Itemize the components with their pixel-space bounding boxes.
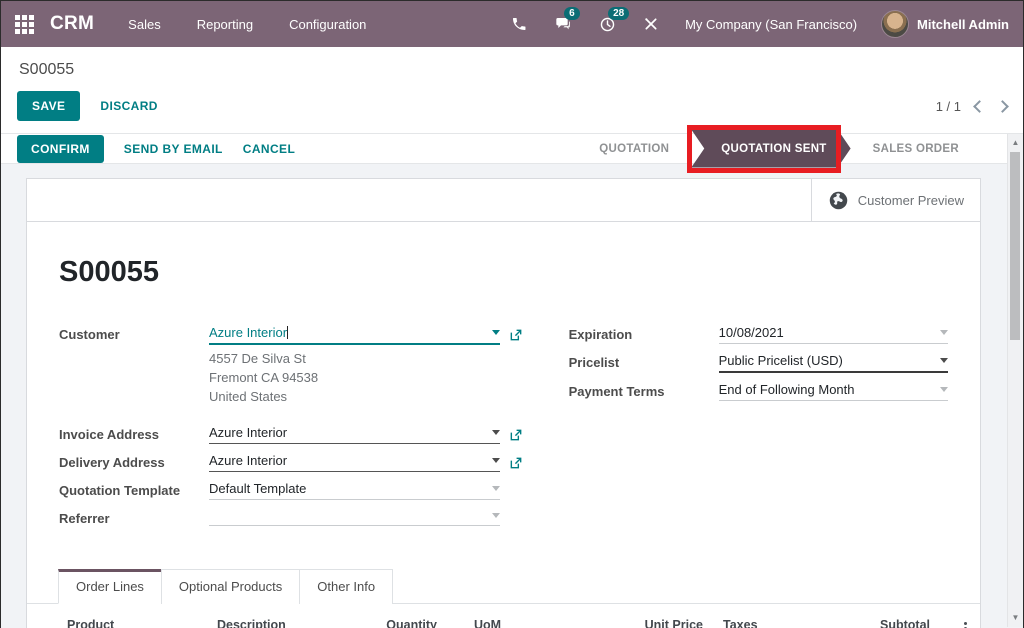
pricelist-input[interactable]: Public Pricelist (USD) — [719, 353, 948, 373]
form-view-content: Customer Preview S00055 Customer Azure I… — [1, 164, 1023, 628]
menu-sales[interactable]: Sales — [128, 17, 161, 32]
tab-order-lines[interactable]: Order Lines — [58, 569, 162, 604]
debug-tools-icon[interactable] — [641, 14, 661, 34]
order-lines-header-row: Product Description Quantity UoM Unit Pr… — [27, 604, 980, 628]
payment-terms-input[interactable]: End of Following Month — [719, 382, 948, 401]
messages-icon[interactable]: 6 — [553, 14, 573, 34]
col-quantity: Quantity — [367, 618, 437, 628]
breadcrumb[interactable]: S00055 — [17, 55, 1007, 91]
control-panel: S00055 SAVE DISCARD 1 / 1 — [1, 47, 1023, 133]
col-uom: UoM — [437, 618, 627, 628]
invoice-address-external-link-icon[interactable] — [509, 428, 523, 442]
delivery-address-dropdown-icon[interactable] — [492, 458, 500, 463]
quotation-template-label: Quotation Template — [59, 481, 209, 498]
delivery-address-input[interactable]: Azure Interior — [209, 453, 500, 472]
col-taxes: Taxes — [703, 618, 873, 628]
quotation-template-dropdown-icon[interactable] — [492, 486, 500, 491]
col-description: Description — [217, 618, 367, 628]
customer-preview-label: Customer Preview — [858, 193, 964, 208]
customer-dropdown-icon[interactable] — [492, 330, 500, 335]
discard-button[interactable]: DISCARD — [100, 99, 157, 113]
vertical-scrollbar[interactable]: ▲ ▼ — [1007, 134, 1023, 627]
scroll-up-icon[interactable]: ▲ — [1008, 136, 1023, 150]
stage-sales-order[interactable]: SALES ORDER — [853, 143, 979, 155]
tab-other-info[interactable]: Other Info — [299, 569, 393, 604]
payment-terms-dropdown-icon[interactable] — [940, 387, 948, 392]
notebook-tabs: Order Lines Optional Products Other Info — [27, 569, 980, 604]
text-cursor — [287, 326, 288, 339]
payment-terms-label: Payment Terms — [569, 382, 719, 399]
messages-badge: 6 — [564, 7, 580, 20]
form-sheet: Customer Preview S00055 Customer Azure I… — [26, 178, 981, 628]
expiration-input[interactable]: 10/08/2021 — [719, 325, 948, 344]
delivery-address-external-link-icon[interactable] — [509, 456, 523, 470]
pager-previous-icon[interactable] — [973, 100, 986, 113]
invoice-address-label: Invoice Address — [59, 425, 209, 442]
status-stages: QUOTATION QUOTATION SENT SALES ORDER — [579, 130, 979, 168]
customer-preview-button[interactable]: Customer Preview — [811, 179, 980, 221]
invoice-address-dropdown-icon[interactable] — [492, 430, 500, 435]
delivery-address-label: Delivery Address — [59, 453, 209, 470]
pricelist-dropdown-icon[interactable] — [940, 358, 948, 363]
customer-label: Customer — [59, 325, 209, 342]
phone-icon[interactable] — [509, 14, 529, 34]
globe-icon — [828, 190, 849, 211]
systray: 6 28 My Company (San Francisco) Mitchell… — [509, 10, 1009, 38]
customer-input[interactable]: Azure Interior — [209, 325, 500, 345]
company-switcher[interactable]: My Company (San Francisco) — [685, 17, 857, 32]
statusbar: CONFIRM SEND BY EMAIL CANCEL QUOTATION Q… — [1, 133, 1023, 164]
cancel-button[interactable]: CANCEL — [243, 142, 295, 156]
notebook: Order Lines Optional Products Other Info… — [27, 569, 980, 628]
quotation-template-input[interactable]: Default Template — [209, 481, 500, 500]
optional-columns-icon[interactable] — [961, 622, 970, 628]
referrer-dropdown-icon[interactable] — [492, 513, 500, 518]
activities-badge: 28 — [608, 7, 629, 20]
invoice-address-input[interactable]: Azure Interior — [209, 425, 500, 444]
top-navbar: CRM Sales Reporting Configuration 6 28 M… — [1, 1, 1023, 47]
tab-optional-products[interactable]: Optional Products — [161, 569, 300, 604]
customer-external-link-icon[interactable] — [509, 328, 523, 342]
pricelist-label: Pricelist — [569, 353, 719, 370]
app-title[interactable]: CRM — [50, 13, 94, 35]
pager-next-icon[interactable] — [996, 100, 1009, 113]
menu-reporting[interactable]: Reporting — [197, 17, 253, 32]
scroll-down-icon[interactable]: ▼ — [1008, 611, 1023, 625]
customer-address: 4557 De Silva St Fremont CA 94538 United… — [209, 349, 523, 406]
col-unit-price: Unit Price — [627, 618, 703, 628]
referrer-input[interactable] — [209, 509, 500, 526]
menu-configuration[interactable]: Configuration — [289, 17, 366, 32]
col-product: Product — [67, 618, 217, 628]
stage-quotation[interactable]: QUOTATION — [579, 143, 689, 155]
save-button[interactable]: SAVE — [17, 91, 80, 121]
send-by-email-button[interactable]: SEND BY EMAIL — [124, 142, 223, 156]
referrer-label: Referrer — [59, 509, 209, 526]
scrollbar-thumb[interactable] — [1010, 152, 1020, 340]
confirm-button[interactable]: CONFIRM — [17, 135, 104, 163]
sheet-button-box: Customer Preview — [27, 179, 980, 222]
user-menu[interactable]: Mitchell Admin — [881, 10, 1009, 38]
user-avatar — [881, 10, 909, 38]
expiration-label: Expiration — [569, 325, 719, 342]
expiration-dropdown-icon[interactable] — [940, 330, 948, 335]
stage-quotation-sent-active[interactable]: QUOTATION SENT — [691, 130, 850, 168]
active-stage-wrapper: QUOTATION SENT — [691, 130, 850, 168]
order-title: S00055 — [59, 256, 948, 289]
col-subtotal: Subtotal — [873, 618, 930, 628]
user-name: Mitchell Admin — [917, 17, 1009, 32]
apps-menu-icon[interactable] — [15, 15, 34, 34]
activities-icon[interactable]: 28 — [597, 14, 617, 34]
pager-value: 1 / 1 — [936, 99, 961, 114]
record-pager: 1 / 1 — [936, 99, 1007, 114]
